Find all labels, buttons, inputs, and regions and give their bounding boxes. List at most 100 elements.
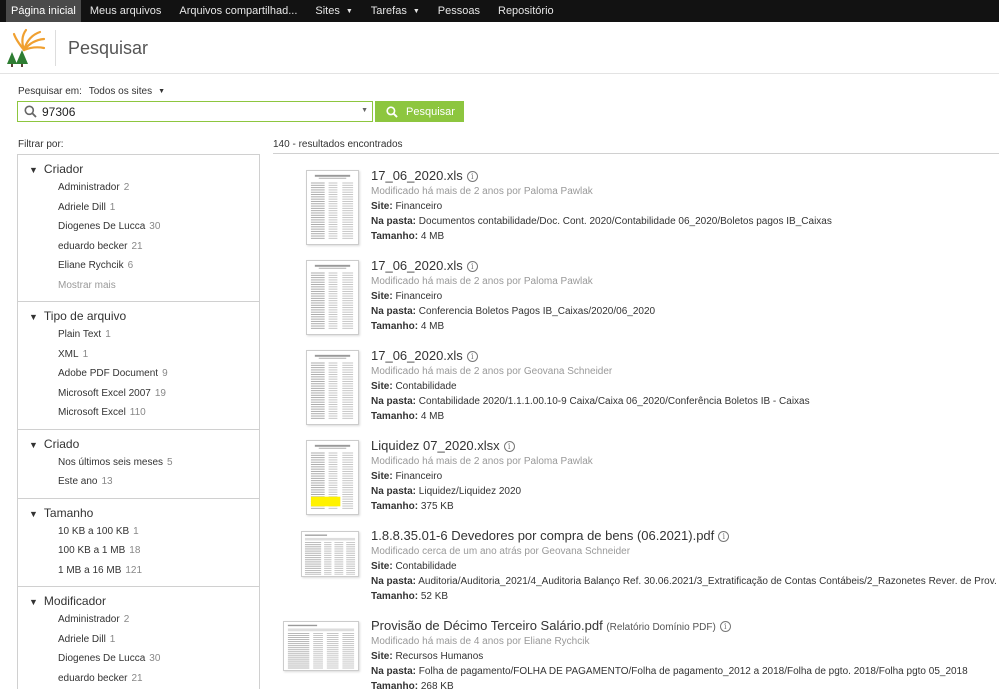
search-result: 1.8.8.35.01-6 Devedores por compra de be…: [280, 528, 999, 618]
filter-item-label: Adriele Dill: [58, 633, 106, 645]
nav-item-3[interactable]: Sites ▼: [306, 0, 361, 22]
filter-item-label: Microsoft Excel: [58, 407, 126, 418]
document-thumbnail[interactable]: [306, 350, 359, 425]
filter-item[interactable]: 1 MB a 16 MB 121: [18, 561, 259, 581]
filter-group-header[interactable]: ▼ Tamanho: [18, 505, 259, 522]
info-icon[interactable]: i: [466, 261, 478, 272]
nav-item-4[interactable]: Tarefas ▼: [362, 0, 429, 22]
result-site-value[interactable]: Contabilidade: [395, 381, 456, 392]
info-icon[interactable]: i: [503, 441, 515, 452]
filter-label: Filtrar por:: [18, 139, 64, 150]
document-thumbnail[interactable]: [306, 440, 359, 515]
result-folder-value[interactable]: Contabilidade 2020/1.1.1.00.10-9 Caixa/C…: [419, 396, 810, 407]
info-icon[interactable]: i: [718, 531, 730, 542]
filter-item-label: eduardo becker: [58, 672, 128, 684]
result-title-link[interactable]: 1.8.8.35.01-6 Devedores por compra de be…: [371, 528, 730, 543]
search-scope-value: Todos os sites: [88, 86, 153, 97]
info-icon[interactable]: i: [466, 351, 478, 362]
document-thumbnail[interactable]: [306, 170, 359, 245]
filter-group-title: Tipo de arquivo: [43, 309, 127, 323]
search-history-dropdown-icon[interactable]: ▼: [361, 107, 368, 114]
nav-item-5[interactable]: Pessoas: [429, 0, 489, 22]
result-title-link[interactable]: Provisão de Décimo Terceiro Salário.pdf …: [371, 618, 731, 633]
filter-item-label: 10 KB a 100 KB: [58, 525, 130, 537]
result-modified: Modificado há mais de 4 anos por Eliane …: [371, 636, 590, 647]
filter-item[interactable]: Administrador 2: [18, 610, 259, 630]
document-thumbnail[interactable]: [283, 621, 359, 671]
filter-item[interactable]: Administrador 2: [18, 178, 259, 198]
result-site: Site: Contabilidade: [371, 381, 457, 392]
result-site-value[interactable]: Financeiro: [395, 291, 442, 302]
result-modified: Modificado cerca de um ano atrás por Geo…: [371, 546, 631, 557]
document-thumbnail[interactable]: [306, 260, 359, 335]
result-title-link[interactable]: 17_06_2020.xls i: [371, 258, 478, 273]
nav-item-1[interactable]: Meus arquivos: [81, 0, 171, 22]
filter-item[interactable]: Nos últimos seis meses 5: [18, 453, 259, 473]
result-folder-value[interactable]: Documentos contabilidade/Doc. Cont. 2020…: [419, 216, 832, 227]
result-site-label: Site:: [371, 471, 393, 482]
nav-item-6[interactable]: Repositório: [489, 0, 563, 22]
info-icon[interactable]: i: [719, 621, 731, 632]
info-icon[interactable]: i: [466, 171, 478, 182]
filter-item[interactable]: Microsoft Excel 110: [18, 403, 259, 423]
filter-item[interactable]: Plain Text 1: [18, 325, 259, 345]
filter-group-header[interactable]: ▼ Criador: [18, 161, 259, 178]
result-size-label: Tamanho:: [371, 321, 419, 332]
result-size: Tamanho: 4 MB: [371, 321, 444, 332]
page-title: Pesquisar: [68, 38, 149, 58]
collapse-triangle-icon: ▼: [29, 597, 38, 607]
filter-item[interactable]: eduardo becker 21: [18, 669, 259, 689]
search-button[interactable]: Pesquisar: [375, 101, 464, 122]
nav-item-2[interactable]: Arquivos compartilhad...: [170, 0, 306, 22]
search-scope-dropdown[interactable]: Todos os sites ▼: [89, 86, 165, 97]
result-site: Site: Financeiro: [371, 201, 442, 212]
filter-group: ▼ Criado Nos últimos seis meses 5 Este ano 13: [18, 430, 259, 499]
filter-item[interactable]: Adriele Dill 1: [18, 198, 259, 218]
filter-item-count: 1: [82, 348, 89, 360]
collapse-triangle-icon: ▼: [29, 508, 38, 519]
filter-item[interactable]: Eliane Rychcik6: [18, 256, 259, 276]
result-site-value[interactable]: Financeiro: [395, 201, 442, 212]
filter-group-title: Criador: [43, 162, 84, 176]
filter-item[interactable]: Adriele Dill 1: [18, 630, 259, 650]
document-thumbnail[interactable]: [301, 531, 359, 577]
result-site-value[interactable]: Financeiro: [395, 471, 442, 482]
filter-item[interactable]: 100 KB a 1 MB 18: [18, 541, 259, 561]
result-folder-value[interactable]: Auditoria/Auditoria_2021/4_Auditoria Bal…: [418, 576, 999, 587]
filter-item[interactable]: XML 1: [18, 345, 259, 365]
filter-item-label: Diogenes De Lucca: [58, 653, 146, 664]
result-modified: Modificado há mais de 2 anos por Geovana…: [371, 366, 613, 377]
filter-group-header[interactable]: ▼ Criado: [18, 436, 259, 453]
filter-item[interactable]: Microsoft Excel 2007 19: [18, 384, 259, 404]
filter-item-count: 121: [125, 564, 143, 576]
result-folder-value[interactable]: Conferencia Boletos Pagos IB_Caixas/2020…: [419, 306, 655, 317]
nav-item-0[interactable]: Página inicial: [6, 0, 81, 22]
result-site-value[interactable]: Contabilidade: [395, 561, 456, 572]
result-title-link[interactable]: Liquidez 07_2020.xlsx i: [371, 438, 515, 453]
filter-item-label: Administrador: [58, 182, 120, 193]
result-size-label: Tamanho:: [371, 591, 419, 602]
filter-group: ▼ Criador Administrador 2 Adriele Dill 1 Dioge…: [18, 155, 259, 302]
search-input[interactable]: [42, 104, 352, 119]
filter-item-label: Este ano: [58, 476, 98, 487]
filter-group-header[interactable]: ▼ Modificador: [18, 593, 259, 610]
palm-tree-logo-icon[interactable]: [6, 28, 48, 68]
result-folder-value[interactable]: Liquidez/Liquidez 2020: [419, 486, 521, 497]
search-result: Liquidez 07_2020.xlsx i Modificado há mais…: [280, 438, 999, 528]
show-more-link[interactable]: Mostrar mais: [18, 276, 259, 296]
filter-item-label: eduardo becker: [58, 240, 128, 252]
result-title-link[interactable]: 17_06_2020.xls i: [371, 348, 478, 363]
filter-item[interactable]: Diogenes De Lucca 30: [18, 649, 259, 669]
filter-group-header[interactable]: ▼ Tipo de arquivo: [18, 308, 259, 325]
filter-item-count: 5: [167, 456, 173, 468]
result-folder-value[interactable]: Folha de pagamento/FOLHA DE PAGAMENTO/Fo…: [419, 666, 968, 677]
filter-item[interactable]: Adobe PDF Document 9: [18, 364, 259, 384]
filter-item[interactable]: Diogenes De Lucca 30: [18, 217, 259, 237]
filter-item[interactable]: Este ano 13: [18, 472, 259, 492]
filter-item[interactable]: 10 KB a 100 KB 1: [18, 522, 259, 542]
result-title-link[interactable]: 17_06_2020.xls i: [371, 168, 478, 183]
result-site-value[interactable]: Recursos Humanos: [395, 651, 483, 662]
filter-item-count: 21: [131, 240, 143, 252]
filter-item[interactable]: eduardo becker 21: [18, 237, 259, 257]
search-box[interactable]: ▼: [17, 101, 373, 122]
